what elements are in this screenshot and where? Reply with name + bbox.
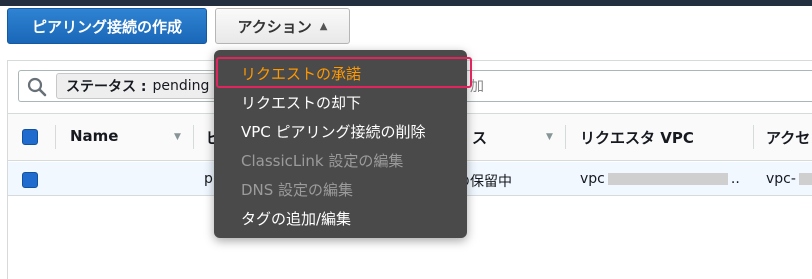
column-header-accepter-vpc[interactable]: アクセ (766, 127, 810, 148)
requester-vpc-suffix: .. (730, 171, 740, 187)
menu-item-delete-peering[interactable]: VPC ピアリング接続の削除 (241, 121, 426, 142)
column-separator (55, 125, 56, 149)
search-trailing-text: 加 (470, 79, 484, 95)
column-header-status[interactable]: ス (472, 127, 487, 148)
actions-label: アクション (237, 17, 312, 36)
search-icon (27, 77, 47, 97)
actions-button[interactable]: アクション ▲ (215, 8, 350, 44)
requester-vpc-prefix: vpc (580, 171, 605, 187)
sort-caret-icon[interactable]: ▼ (174, 132, 181, 142)
column-header-name[interactable]: Name (70, 127, 118, 145)
status-filter-token[interactable]: ステータス : pending (56, 73, 226, 99)
menu-item-reject-request[interactable]: リクエストの却下 (241, 92, 361, 113)
highlight-box (216, 57, 472, 88)
create-peering-connection-button[interactable]: ピアリング接続の作成 (7, 8, 207, 44)
column-separator (565, 125, 566, 149)
redacted-value (607, 173, 728, 185)
column-separator (193, 125, 194, 149)
sort-caret-icon[interactable]: ▼ (546, 132, 553, 142)
accepter-vpc-prefix: vpc- (766, 171, 796, 187)
select-all-checkbox[interactable] (22, 129, 38, 145)
caret-up-icon: ▲ (319, 20, 328, 32)
create-peering-connection-label: ピアリング接続の作成 (31, 17, 182, 36)
menu-item-edit-tags[interactable]: タグの追加/編集 (241, 208, 351, 229)
filter-key: ステータス : (66, 79, 147, 95)
redacted-value (798, 173, 812, 185)
row-peering-id: p (204, 171, 213, 187)
menu-item-edit-classiclink: ClassicLink 設定の編集 (241, 152, 404, 170)
column-separator (753, 125, 754, 149)
top-navigation-bar (0, 0, 812, 6)
column-header-requester-vpc[interactable]: リクエスタ VPC (580, 127, 694, 148)
row-accepter-vpc: vpc- (766, 171, 812, 187)
row-requester-vpc: vpc.. (580, 171, 740, 187)
menu-item-edit-dns: DNS 設定の編集 (241, 181, 354, 199)
filter-value: pending (152, 78, 210, 94)
row-checkbox[interactable] (22, 172, 38, 188)
